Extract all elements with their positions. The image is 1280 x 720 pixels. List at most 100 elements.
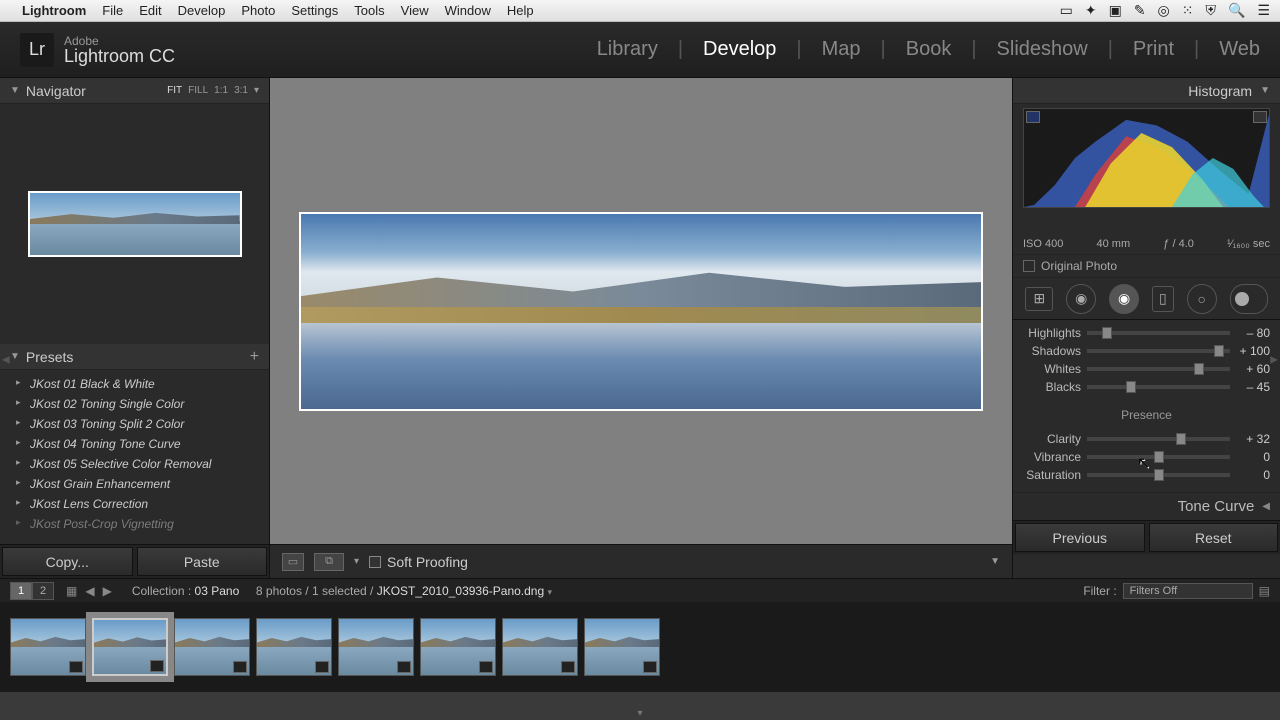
slider-handle-icon[interactable]	[1214, 345, 1224, 357]
previous-button[interactable]: Previous	[1015, 523, 1145, 552]
compare-view-icon[interactable]: ⧉	[314, 553, 344, 571]
menu-settings[interactable]: Settings	[291, 3, 338, 18]
module-library[interactable]: Library	[597, 38, 658, 61]
slider-value[interactable]: – 45	[1230, 380, 1270, 394]
paste-button[interactable]: Paste	[137, 547, 268, 576]
slider-handle-icon[interactable]	[1102, 327, 1112, 339]
preset-item[interactable]: JKost Post-Crop Vignetting	[0, 514, 269, 534]
slider-vibrance[interactable]: Vibrance0	[1023, 450, 1270, 464]
slider-track[interactable]	[1087, 367, 1230, 371]
filmstrip-thumbnail[interactable]	[420, 618, 496, 676]
navigator-preview[interactable]	[0, 104, 269, 344]
navigator-header[interactable]: ▼ Navigator FIT FILL 1:1 3:1 ▾	[0, 78, 269, 104]
slider-track[interactable]	[1087, 331, 1230, 335]
add-preset-icon[interactable]: +	[250, 348, 259, 366]
redeye-tool-icon[interactable]: ◉	[1109, 284, 1139, 314]
camera-icon[interactable]: ▣	[1109, 2, 1122, 19]
shield-icon[interactable]: ⛨	[1206, 2, 1217, 19]
crop-tool-icon[interactable]: ⊞	[1025, 287, 1053, 311]
zoom-3-1[interactable]: 3:1	[234, 85, 248, 96]
menu-view[interactable]: View	[401, 3, 429, 18]
preset-item[interactable]: JKost 03 Toning Split 2 Color	[0, 414, 269, 434]
nav-forward-icon[interactable]: ▶	[103, 584, 112, 598]
menu-window[interactable]: Window	[445, 3, 491, 18]
original-photo-toggle[interactable]: Original Photo	[1013, 254, 1280, 278]
slider-handle-icon[interactable]	[1154, 451, 1164, 463]
loupe-view-icon[interactable]: ▭	[282, 553, 304, 571]
slider-value[interactable]: 0	[1230, 468, 1270, 482]
slider-value[interactable]: + 60	[1230, 362, 1270, 376]
spot-removal-icon[interactable]: ◉	[1066, 284, 1096, 314]
filmstrip-thumbnail[interactable]	[174, 618, 250, 676]
collapse-left-icon[interactable]: ◀	[2, 355, 10, 366]
slider-track[interactable]	[1087, 385, 1230, 389]
filename-dropdown-icon[interactable]: ▾	[548, 587, 553, 597]
slider-clarity[interactable]: Clarity+ 32	[1023, 432, 1270, 446]
page-2[interactable]: 2	[32, 582, 54, 600]
histogram-chart[interactable]	[1023, 108, 1270, 208]
filmstrip-thumbnail[interactable]	[338, 618, 414, 676]
zoom-fill[interactable]: FILL	[188, 85, 208, 96]
menu-file[interactable]: File	[102, 3, 123, 18]
module-develop[interactable]: Develop	[703, 38, 776, 61]
tone-curve-header[interactable]: Tone Curve ◀	[1013, 492, 1280, 520]
display-icon[interactable]: ▭	[1060, 2, 1073, 19]
slider-handle-icon[interactable]	[1154, 469, 1164, 481]
slider-saturation[interactable]: Saturation0	[1023, 468, 1270, 482]
collapse-bottom-icon[interactable]: ▾	[632, 708, 648, 718]
preset-item[interactable]: JKost 01 Black & White	[0, 374, 269, 394]
spotlight-icon[interactable]: 🔍	[1228, 2, 1245, 19]
preset-item[interactable]: JKost Lens Correction	[0, 494, 269, 514]
filmstrip-thumbnail[interactable]	[92, 618, 168, 676]
sync-icon[interactable]: ◎	[1158, 2, 1170, 19]
slider-highlights[interactable]: Highlights– 80	[1023, 326, 1270, 340]
collection-name[interactable]: 03 Pano	[195, 584, 240, 598]
radial-filter-icon[interactable]: ○	[1187, 284, 1217, 314]
filmstrip-thumbnail[interactable]	[256, 618, 332, 676]
preset-item[interactable]: JKost 05 Selective Color Removal	[0, 454, 269, 474]
menu-develop[interactable]: Develop	[178, 3, 226, 18]
slider-handle-icon[interactable]	[1176, 433, 1186, 445]
slider-value[interactable]: 0	[1230, 450, 1270, 464]
slider-value[interactable]: + 100	[1230, 344, 1270, 358]
filmstrip-thumbnail[interactable]	[10, 618, 86, 676]
evernote-icon[interactable]: ✦	[1085, 2, 1097, 19]
module-map[interactable]: Map	[822, 38, 861, 61]
key-icon[interactable]: ✎	[1134, 2, 1146, 19]
filmstrip-thumbnail[interactable]	[502, 618, 578, 676]
slider-shadows[interactable]: Shadows+ 100	[1023, 344, 1270, 358]
filter-dropdown[interactable]: Filters Off	[1123, 583, 1253, 599]
slider-track[interactable]	[1087, 455, 1230, 459]
slider-handle-icon[interactable]	[1126, 381, 1136, 393]
copy-button[interactable]: Copy...	[2, 547, 133, 576]
menu-edit[interactable]: Edit	[139, 3, 161, 18]
list-icon[interactable]: ☰	[1257, 2, 1270, 19]
zoom-1-1[interactable]: 1:1	[214, 85, 228, 96]
presets-header[interactable]: ▼ Presets +	[0, 344, 269, 370]
collapse-right-icon[interactable]: ▶	[1270, 355, 1278, 366]
slider-blacks[interactable]: Blacks– 45	[1023, 380, 1270, 394]
slider-track[interactable]	[1087, 437, 1230, 441]
slider-value[interactable]: – 80	[1230, 326, 1270, 340]
preset-item[interactable]: JKost 02 Toning Single Color	[0, 394, 269, 414]
zoom-dropdown-icon[interactable]: ▾	[254, 85, 259, 96]
grid-icon[interactable]: ⁙	[1182, 2, 1194, 19]
zoom-fit[interactable]: FIT	[167, 85, 182, 96]
filter-lock-icon[interactable]: ▤	[1259, 584, 1270, 598]
histogram-header[interactable]: Histogram ▼	[1013, 78, 1280, 104]
slider-value[interactable]: + 32	[1230, 432, 1270, 446]
module-print[interactable]: Print	[1133, 38, 1174, 61]
slider-track[interactable]	[1087, 473, 1230, 477]
module-book[interactable]: Book	[906, 38, 952, 61]
module-slideshow[interactable]: Slideshow	[997, 38, 1088, 61]
graduated-filter-icon[interactable]: ▯	[1152, 286, 1174, 312]
soft-proofing-toggle[interactable]: Soft Proofing	[369, 554, 468, 570]
view-mode-dropdown-icon[interactable]: ▾	[354, 556, 359, 567]
image-viewport[interactable]	[270, 78, 1012, 544]
menu-help[interactable]: Help	[507, 3, 534, 18]
page-1[interactable]: 1	[10, 582, 32, 600]
menubar-app-name[interactable]: Lightroom	[22, 3, 86, 18]
preset-item[interactable]: JKost 04 Toning Tone Curve	[0, 434, 269, 454]
module-web[interactable]: Web	[1219, 38, 1260, 61]
menu-tools[interactable]: Tools	[354, 3, 384, 18]
